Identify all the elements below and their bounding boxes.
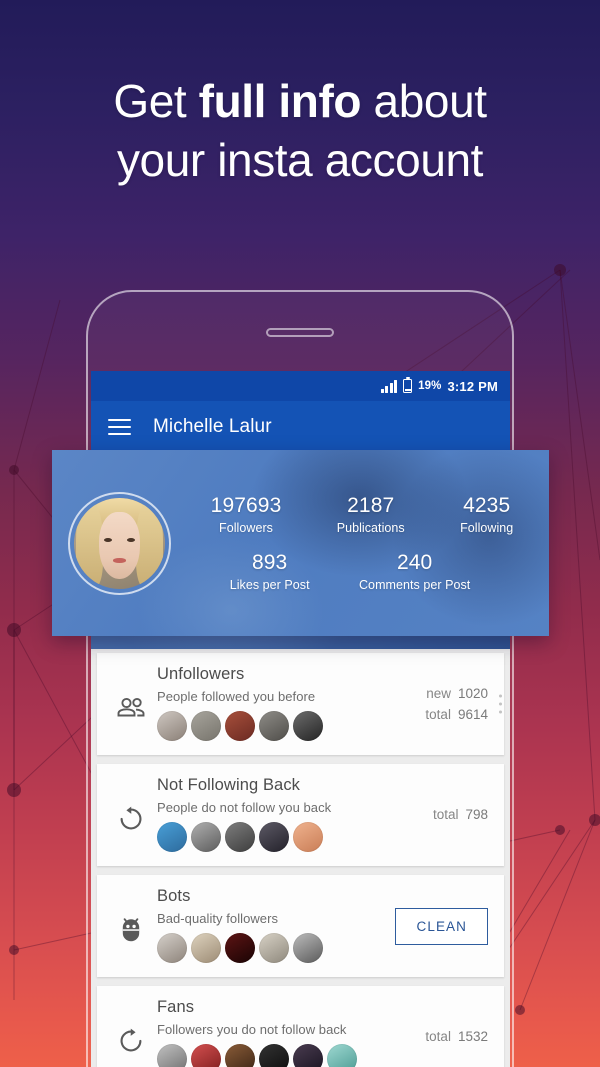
headline-line-2: your insta account	[116, 133, 484, 186]
list-item-title: Not Following Back	[157, 776, 301, 794]
list-item[interactable]: Fans Followers you do not follow back to…	[97, 986, 504, 1067]
page-title: Get full info about your insta account	[0, 72, 600, 190]
status-bar-clock: 3:12 PM	[447, 378, 498, 394]
stat-label: Publications	[336, 521, 405, 535]
avatar[interactable]	[157, 933, 187, 963]
metric-total: total 798	[433, 805, 488, 826]
avatar[interactable]	[225, 822, 255, 852]
stat-value: 240	[396, 551, 433, 574]
avatar[interactable]	[293, 822, 323, 852]
avatar[interactable]	[225, 711, 255, 741]
profile-stats-card: 197693 Followers 2187 Publications 4235 …	[52, 450, 549, 636]
list-item-metrics: total 798	[427, 775, 494, 856]
avatar[interactable]	[259, 711, 289, 741]
status-bar: 19% 3:12 PM	[91, 371, 510, 401]
avatar[interactable]	[293, 933, 323, 963]
list-item-title: Fans	[157, 998, 195, 1016]
avatar[interactable]	[259, 822, 289, 852]
avatar[interactable]	[225, 933, 255, 963]
list-item-subtitle: Bad-quality followers	[157, 911, 278, 926]
hamburger-menu-icon[interactable]	[108, 418, 131, 436]
avatar[interactable]	[259, 1044, 289, 1067]
more-options-icon[interactable]	[499, 694, 502, 714]
clean-button[interactable]: CLEAN	[395, 908, 488, 945]
metric-value: 9614	[457, 706, 488, 722]
headline-part-1: Get	[113, 75, 199, 127]
list-item[interactable]: Bots Bad-quality followers CLEAN	[97, 875, 504, 977]
list-item-metrics: new 1020 total 9614	[419, 664, 494, 745]
avatar[interactable]	[157, 711, 187, 741]
rotate-clockwise-icon	[105, 997, 157, 1067]
signal-bars-icon	[380, 379, 398, 393]
headline-part-2: about	[361, 75, 488, 127]
stat-comments-per-post: 240 Comments per Post	[359, 551, 470, 592]
list-item-subtitle: Followers you do not follow back	[157, 1022, 347, 1037]
list-item-subtitle: People do not follow you back	[157, 800, 332, 815]
bot-bug-icon	[105, 886, 157, 967]
avatar[interactable]	[157, 1044, 187, 1067]
stat-label: Likes per Post	[229, 578, 310, 593]
people-group-icon	[105, 664, 157, 745]
stats-row-secondary: 893 Likes per Post 240 Comments per Post	[183, 551, 541, 592]
metric-value: 1532	[457, 1029, 488, 1045]
list-item-metrics: total 1532	[419, 997, 494, 1067]
avatar[interactable]	[293, 711, 323, 741]
metric-label: total	[432, 807, 459, 823]
metric-total: total 1532	[425, 1027, 488, 1048]
stat-label: Comments per Post	[358, 578, 471, 593]
stat-following: 4235 Following	[460, 494, 513, 535]
metric-value: 798	[465, 807, 488, 823]
rotate-counterclockwise-icon	[105, 775, 157, 856]
metric-label: total	[425, 1029, 451, 1045]
follower-thumbnails[interactable]	[157, 822, 427, 852]
headline-emphasis: full info	[198, 75, 362, 127]
avatar[interactable]	[293, 1044, 323, 1067]
avatar[interactable]	[191, 822, 221, 852]
list-item-title: Unfollowers	[157, 665, 245, 683]
promo-screenshot: Get full info about your insta account 1…	[0, 0, 600, 1067]
metric-new: new 1020	[426, 684, 488, 705]
avatar[interactable]	[259, 933, 289, 963]
avatar[interactable]	[225, 1044, 255, 1067]
stat-label: Following	[460, 521, 514, 535]
stat-label: Followers	[219, 521, 273, 535]
avatar[interactable]	[191, 933, 221, 963]
follower-thumbnails[interactable]	[157, 933, 389, 963]
metric-total: total 9614	[425, 705, 488, 726]
stat-value: 4235	[463, 493, 511, 517]
list-item[interactable]: Not Following Back People do not follow …	[97, 764, 504, 866]
follower-thumbnails[interactable]	[157, 1044, 419, 1067]
list-item-title: Bots	[157, 887, 191, 905]
list-item-subtitle: People followed you before	[157, 689, 316, 704]
stats-row-primary: 197693 Followers 2187 Publications 4235 …	[183, 494, 541, 535]
stat-value: 2187	[347, 493, 395, 517]
phone-speaker-slot	[266, 328, 334, 337]
metric-label: new	[426, 685, 451, 701]
avatar[interactable]	[191, 1044, 221, 1067]
follower-thumbnails[interactable]	[157, 711, 419, 741]
profile-avatar[interactable]	[68, 491, 171, 595]
stat-likes-per-post: 893 Likes per Post	[230, 551, 310, 592]
stat-publications: 2187 Publications	[337, 494, 405, 535]
list-item-action: CLEAN	[389, 886, 494, 967]
stat-followers: 197693 Followers	[211, 494, 282, 535]
battery-percent: 19%	[418, 380, 442, 392]
stat-value: 893	[251, 551, 288, 574]
battery-icon	[403, 376, 413, 393]
headline-line-1: Get full info about	[0, 72, 600, 131]
avatar[interactable]	[327, 1044, 357, 1067]
app-bar-title: Michelle Lalur	[153, 416, 272, 437]
app-bar: Michelle Lalur	[91, 401, 510, 453]
metric-value: 1020	[457, 685, 488, 701]
metric-label: total	[425, 706, 451, 722]
avatar[interactable]	[157, 822, 187, 852]
stats-list: Unfollowers People followed you before n…	[91, 649, 510, 1067]
stat-value: 197693	[210, 493, 282, 517]
list-item[interactable]: Unfollowers People followed you before n…	[97, 653, 504, 755]
avatar[interactable]	[191, 711, 221, 741]
